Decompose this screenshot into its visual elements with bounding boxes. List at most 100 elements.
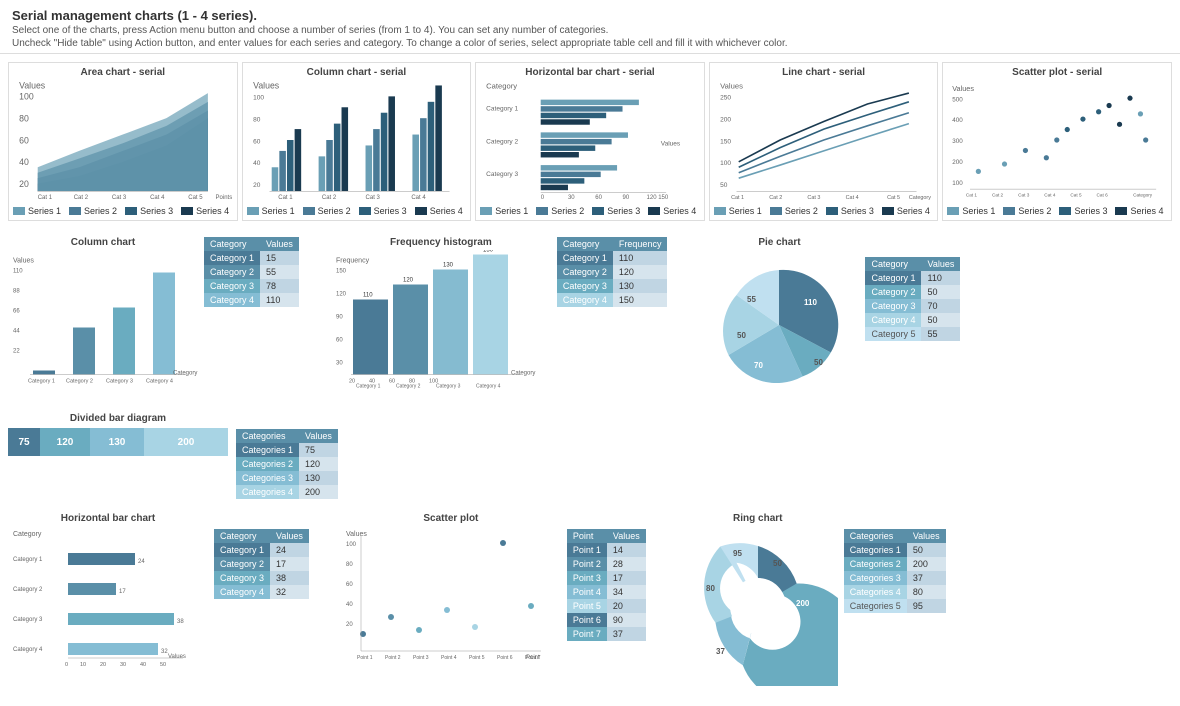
column-chart-box: Column chart Values 110 88 66 44 22 Cate… <box>8 237 198 393</box>
svg-text:60: 60 <box>346 582 353 588</box>
scatter-plot-section: Scatter plot Values 100 80 60 40 20 <box>341 513 646 694</box>
freq-hist-box: Frequency histogram Frequency 150 120 90… <box>331 237 551 393</box>
legend-item: Series 4 <box>1115 206 1163 216</box>
svg-text:Cat 5: Cat 5 <box>188 195 203 200</box>
svg-text:120: 120 <box>403 278 414 284</box>
svg-text:Values: Values <box>253 81 280 91</box>
div-bar-seg-1: 75 <box>8 428 40 456</box>
svg-text:40: 40 <box>346 602 353 608</box>
hbar-serial-title: Horizontal bar chart - serial <box>480 67 700 78</box>
svg-text:40: 40 <box>140 662 146 668</box>
line-serial-chart: Line chart - serial Values 250 200 150 1… <box>709 62 939 221</box>
svg-text:Cat 5: Cat 5 <box>887 195 900 200</box>
svg-text:22: 22 <box>13 349 20 355</box>
svg-text:150: 150 <box>720 138 731 145</box>
serial-charts-row: Area chart - serial Values 100 80 60 40 … <box>8 62 1172 221</box>
legend-item: Series 3 <box>826 206 874 216</box>
svg-text:110: 110 <box>804 298 817 307</box>
div-bar-seg-3: 130 <box>90 428 144 456</box>
svg-text:Category 1: Category 1 <box>13 557 43 563</box>
svg-text:20: 20 <box>100 662 106 668</box>
scatter-plot-title: Scatter plot <box>341 513 561 524</box>
svg-text:Category 3: Category 3 <box>486 171 518 178</box>
svg-text:150: 150 <box>483 250 494 254</box>
svg-text:60: 60 <box>19 135 29 145</box>
scatter-serial-legend: Series 1 Series 2 Series 3 Series 4 <box>947 206 1167 216</box>
svg-text:500: 500 <box>953 96 964 103</box>
svg-text:Cat 3: Cat 3 <box>1018 192 1030 197</box>
area-serial-svg: Values 100 80 60 40 20 Cat 1 Cat 2 Cat 3… <box>13 80 233 200</box>
legend-item: Series 1 <box>480 206 528 216</box>
pie-chart-section: Pie chart 110 70 50 <box>699 237 960 403</box>
scatter-plot-svg: Values 100 80 60 40 20 <box>341 526 561 691</box>
pie-chart-title: Pie chart <box>699 237 859 248</box>
svg-text:17: 17 <box>119 589 126 595</box>
svg-text:100: 100 <box>19 92 34 102</box>
svg-text:Cat 2: Cat 2 <box>992 192 1004 197</box>
svg-text:Cat 2: Cat 2 <box>321 195 336 200</box>
svg-text:150: 150 <box>336 269 347 275</box>
legend-item: Series 2 <box>69 206 117 216</box>
svg-text:Point 6: Point 6 <box>497 655 513 661</box>
page-desc2: Uncheck "Hide table" using Action button… <box>12 38 1168 49</box>
svg-text:Point 4: Point 4 <box>441 655 457 661</box>
svg-text:70: 70 <box>754 361 763 370</box>
svg-text:Point 1: Point 1 <box>357 655 373 661</box>
legend-item: Series 1 <box>247 206 295 216</box>
svg-text:88: 88 <box>13 289 20 295</box>
svg-text:Category 3: Category 3 <box>436 384 461 390</box>
svg-text:44: 44 <box>13 329 20 335</box>
svg-text:20: 20 <box>349 379 355 385</box>
column-serial-title: Column chart - serial <box>247 67 467 78</box>
svg-text:200: 200 <box>953 159 964 166</box>
svg-text:37: 37 <box>716 647 725 656</box>
hbar-serial-chart: Horizontal bar chart - serial Category C… <box>475 62 705 221</box>
svg-text:Cat 4: Cat 4 <box>411 195 426 200</box>
freq-hist-section: Frequency histogram Frequency 150 120 90… <box>331 237 668 393</box>
page-desc1: Select one of the charts, press Action m… <box>12 25 1168 36</box>
freq-hist-table: CategoryFrequency Category 1110 Category… <box>557 237 668 307</box>
page-title: Serial management charts (1 - 4 series). <box>12 8 1168 23</box>
hbar-serial-legend: Series 1 Series 2 Series 3 Series 4 <box>480 206 700 216</box>
svg-text:Category 2: Category 2 <box>66 379 93 385</box>
svg-text:Category 4: Category 4 <box>146 379 173 385</box>
svg-text:Category: Category <box>13 531 42 538</box>
column-chart-section: Column chart Values 110 88 66 44 22 Cate… <box>8 237 299 393</box>
svg-text:Points: Points <box>216 195 233 200</box>
div-bar-seg-4: 200 <box>144 428 228 456</box>
svg-text:Cat 3: Cat 3 <box>112 195 127 200</box>
legend-item: Series 1 <box>714 206 762 216</box>
svg-text:Category 1: Category 1 <box>486 106 518 113</box>
svg-text:Values: Values <box>720 82 743 91</box>
divided-bar-chart: 75 120 130 200 <box>8 428 228 456</box>
svg-text:250: 250 <box>720 95 731 102</box>
svg-text:Cat 3: Cat 3 <box>807 195 820 200</box>
svg-text:Category: Category <box>1134 192 1154 197</box>
svg-text:Point 2: Point 2 <box>385 655 401 661</box>
svg-text:Cat 4: Cat 4 <box>150 195 165 200</box>
column-serial-chart: Column chart - serial Values 100 80 60 4… <box>242 62 472 221</box>
svg-text:Values: Values <box>19 81 46 91</box>
svg-text:Category: Category <box>173 371 197 377</box>
hbar-chart-section: Horizontal bar chart Category Category 1… <box>8 513 309 689</box>
svg-text:Category 3: Category 3 <box>13 617 43 623</box>
hbar-chart-title: Horizontal bar chart <box>8 513 208 524</box>
hbar-serial-svg: Category Category 1 Category 2 Category … <box>480 80 700 200</box>
column-serial-legend: Series 1 Series 2 Series 3 Series 4 <box>247 206 467 216</box>
svg-text:60: 60 <box>336 338 343 344</box>
svg-text:Values: Values <box>953 84 975 93</box>
ring-chart-title: Ring chart <box>678 513 838 524</box>
legend-item: Series 1 <box>13 206 61 216</box>
svg-text:Cat 1: Cat 1 <box>731 195 744 200</box>
svg-text:110: 110 <box>363 293 373 299</box>
svg-text:Point 3: Point 3 <box>413 655 429 661</box>
svg-text:50: 50 <box>814 358 823 367</box>
svg-text:Category 2: Category 2 <box>396 384 421 390</box>
bottom-row: Horizontal bar chart Category Category 1… <box>8 513 1172 694</box>
legend-item: Series 4 <box>648 206 696 216</box>
svg-text:120 150: 120 150 <box>647 195 669 200</box>
legend-item: Series 3 <box>592 206 640 216</box>
hbar-chart-table: CategoryValues Category 124 Category 217… <box>214 529 309 599</box>
area-serial-legend: Series 1 Series 2 Series 3 Series 4 <box>13 206 233 216</box>
svg-text:400: 400 <box>953 117 964 124</box>
